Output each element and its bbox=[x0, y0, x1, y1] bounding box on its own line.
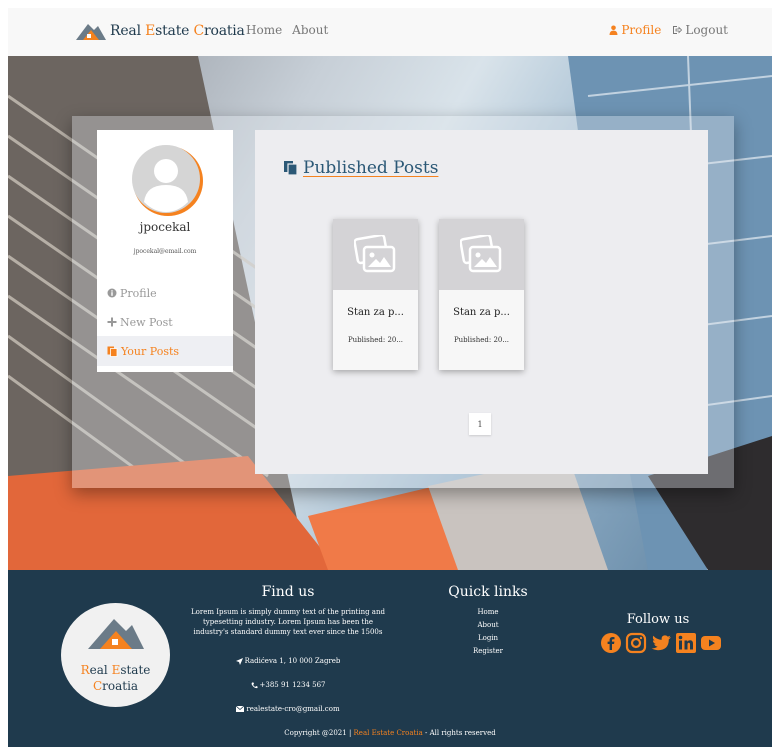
published-posts-panel: Published Posts Stan za p... Published: … bbox=[255, 130, 708, 474]
house-logo-icon bbox=[88, 619, 144, 649]
username: jpocekal bbox=[139, 220, 191, 234]
sidebar-item-new-post[interactable]: New Post bbox=[97, 307, 233, 337]
footer-link-home[interactable]: Home bbox=[438, 608, 538, 616]
images-icon bbox=[459, 234, 501, 272]
nav-profile-link[interactable]: Profile bbox=[609, 23, 661, 37]
footer-link-login[interactable]: Login bbox=[438, 634, 538, 642]
post-card[interactable]: Stan za p... Published: 20... bbox=[439, 219, 524, 370]
sign-out-icon bbox=[673, 26, 683, 34]
facebook-icon[interactable] bbox=[600, 632, 622, 654]
copyright: Copyright @2021 | Real Estate Croatia - … bbox=[284, 729, 496, 737]
footer-logo[interactable]: Real Estate Croatia bbox=[61, 603, 170, 707]
image-placeholder bbox=[333, 219, 418, 290]
user-email: jpocekal@email.com bbox=[133, 248, 197, 255]
footer-logo-line1: Real Estate bbox=[80, 663, 151, 677]
footer-email[interactable]: realestate-cro@gmail.com bbox=[188, 705, 388, 713]
default-avatar-icon bbox=[132, 145, 203, 216]
quick-links-heading: Quick links bbox=[448, 584, 528, 600]
social-links bbox=[600, 632, 722, 654]
find-us-heading: Find us bbox=[261, 584, 315, 600]
card-date: Published: 20... bbox=[347, 336, 404, 344]
footer-logo-line2: Croatia bbox=[92, 679, 139, 693]
plus-icon bbox=[107, 317, 117, 327]
footer: Real Estate Croatia Find us Lorem Ipsum … bbox=[8, 570, 772, 747]
footer-link-about[interactable]: About bbox=[438, 621, 538, 629]
user-icon bbox=[609, 25, 618, 35]
card-title: Stan za p... bbox=[453, 307, 510, 318]
instagram-icon[interactable] bbox=[625, 632, 647, 654]
images-icon bbox=[353, 234, 395, 272]
house-logo-icon bbox=[76, 24, 106, 40]
avatar bbox=[131, 144, 203, 216]
image-placeholder bbox=[439, 219, 524, 290]
card-title: Stan za p... bbox=[347, 307, 404, 318]
footer-phone: +385 91 1234 567 bbox=[188, 681, 388, 689]
profile-sidebar: jpocekal jpocekal@email.com Profile New … bbox=[97, 130, 233, 372]
find-us-description: Lorem Ipsum is simply dummy text of the … bbox=[191, 608, 385, 636]
location-arrow-icon bbox=[235, 657, 243, 665]
footer-address: Radićeva 1, 10 000 Zagreb bbox=[188, 657, 388, 665]
info-circle-icon bbox=[107, 288, 117, 298]
follow-us-heading: Follow us bbox=[626, 612, 690, 627]
pagination-page-button[interactable]: 1 bbox=[469, 413, 491, 435]
nav-about-link[interactable]: About bbox=[292, 23, 328, 37]
youtube-icon[interactable] bbox=[700, 632, 722, 654]
sidebar-item-profile[interactable]: Profile bbox=[97, 278, 233, 308]
page-title: Published Posts bbox=[283, 158, 438, 178]
copy-icon bbox=[107, 346, 118, 357]
post-card[interactable]: Stan za p... Published: 20... bbox=[333, 219, 418, 370]
envelope-icon bbox=[236, 706, 245, 712]
nav-home-link[interactable]: Home bbox=[246, 23, 282, 37]
phone-icon bbox=[251, 682, 257, 688]
twitter-icon[interactable] bbox=[650, 632, 672, 654]
linkedin-icon[interactable] bbox=[675, 632, 697, 654]
card-date: Published: 20... bbox=[453, 336, 510, 344]
copy-icon bbox=[284, 161, 298, 176]
navbar: Real Estate Croatia Home About Profile L… bbox=[8, 8, 772, 56]
footer-link-register[interactable]: Register bbox=[438, 647, 538, 655]
brand-name: Real Estate Croatia bbox=[110, 23, 245, 39]
nav-logout-link[interactable]: Logout bbox=[672, 23, 728, 37]
brand[interactable]: Real Estate Croatia bbox=[74, 20, 245, 42]
sidebar-item-your-posts[interactable]: Your Posts bbox=[97, 336, 233, 366]
